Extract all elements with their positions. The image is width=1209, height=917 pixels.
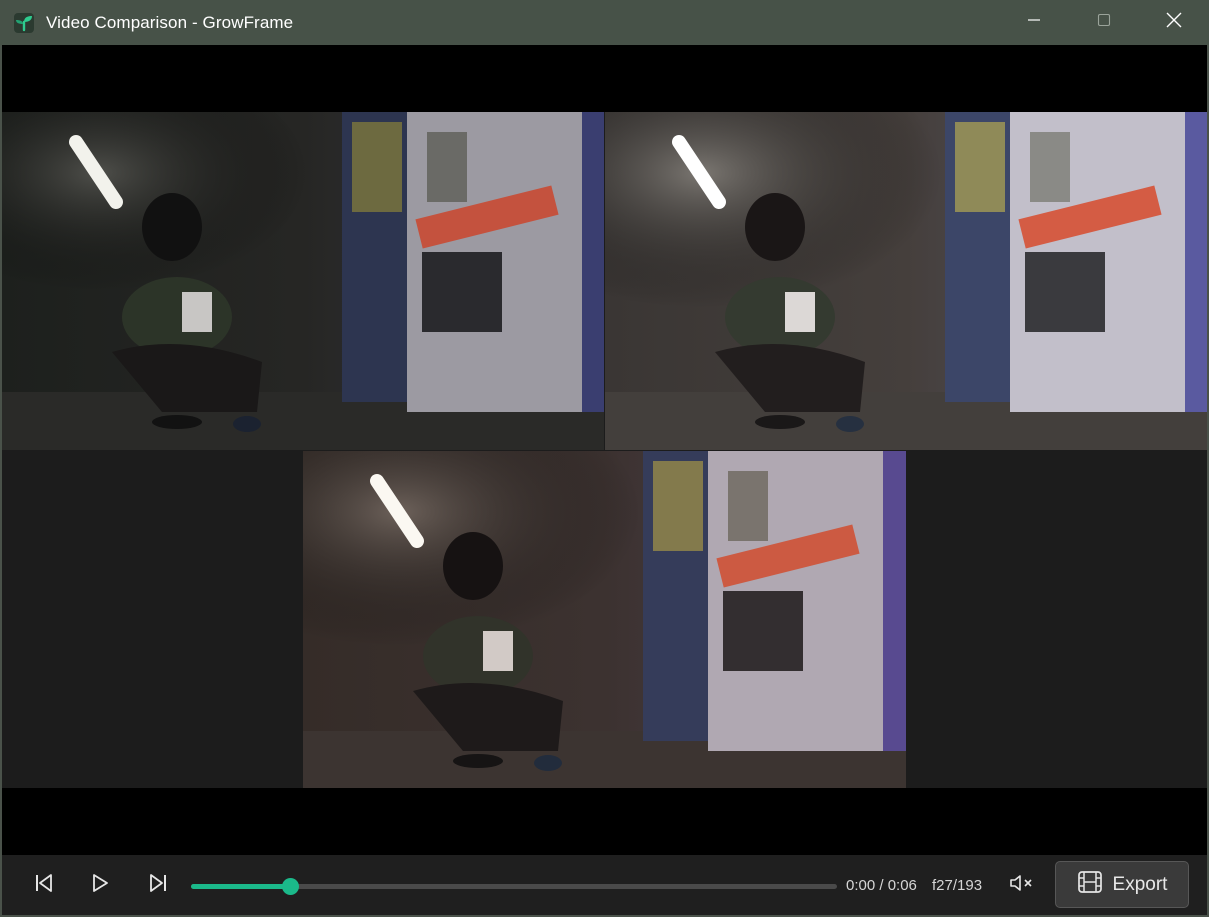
title-bar: Video Comparison - GrowFrame: [0, 0, 1209, 45]
export-label: Export: [1112, 873, 1168, 895]
film-icon: [1077, 870, 1103, 900]
play-icon: [89, 872, 111, 899]
time-readout: 0:00 / 0:06: [846, 877, 917, 894]
play-button[interactable]: [80, 865, 120, 905]
video-viewport: [2, 45, 1207, 855]
export-button[interactable]: Export: [1055, 861, 1189, 908]
comparison-grid: [2, 112, 1207, 788]
maximize-icon: [1096, 12, 1112, 33]
skip-back-icon: [33, 872, 55, 899]
window-title: Video Comparison - GrowFrame: [46, 12, 294, 32]
close-button[interactable]: [1139, 0, 1209, 45]
sprout-icon: [13, 12, 35, 34]
seek-thumb[interactable]: [281, 878, 299, 895]
mute-button[interactable]: [1006, 871, 1038, 899]
comparison-frame-1: [2, 112, 604, 450]
comparison-frame-3: [303, 451, 906, 788]
seek-progress: [191, 884, 290, 889]
minimize-icon: [1026, 12, 1042, 33]
maximize-button[interactable]: [1069, 0, 1139, 45]
frame-counter: f27/193: [932, 877, 983, 894]
close-icon: [1165, 11, 1183, 34]
seek-bar[interactable]: [191, 878, 837, 895]
skip-forward-button[interactable]: [138, 865, 178, 905]
mute-icon: [1008, 873, 1036, 898]
comparison-frame-2: [605, 112, 1207, 450]
minimize-button[interactable]: [999, 0, 1069, 45]
skip-forward-icon: [147, 872, 169, 899]
skip-back-button[interactable]: [24, 865, 64, 905]
playback-controls: 0:00 / 0:06 f27/193 Export: [2, 855, 1207, 915]
